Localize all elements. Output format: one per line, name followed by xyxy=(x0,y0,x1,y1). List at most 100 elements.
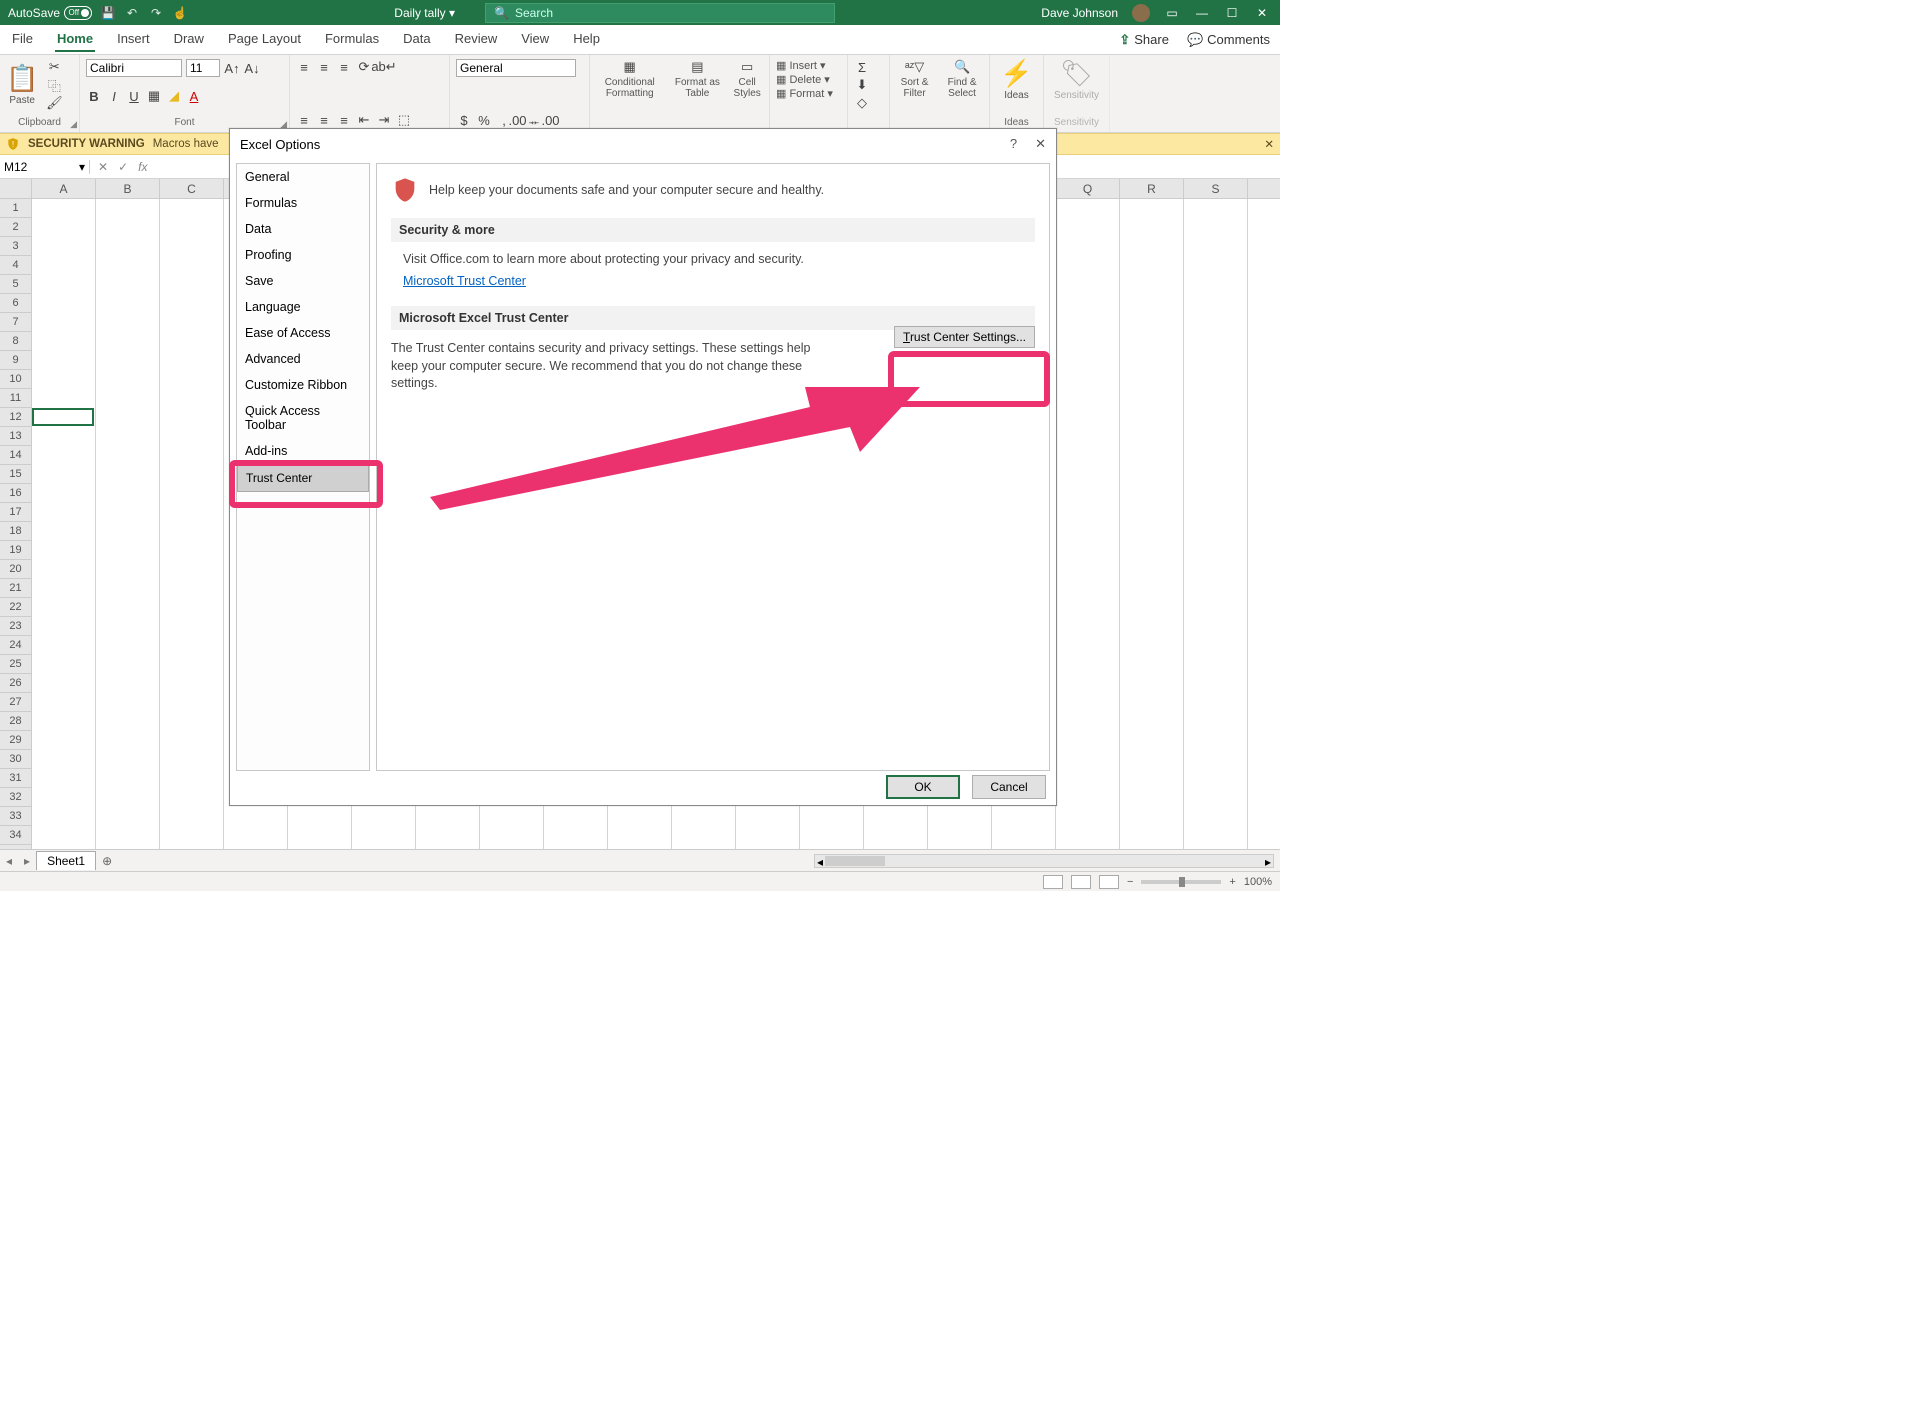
merge-icon[interactable]: ⬚ xyxy=(396,112,412,128)
name-box[interactable]: M12▾ xyxy=(0,160,90,174)
row-header[interactable]: 29 xyxy=(0,731,31,750)
italic-button[interactable]: I xyxy=(106,88,122,104)
row-header[interactable]: 11 xyxy=(0,389,31,408)
ideas-button[interactable]: ⚡Ideas xyxy=(996,59,1037,101)
cancel-button[interactable]: Cancel xyxy=(972,775,1046,799)
align-bottom-icon[interactable]: ≡ xyxy=(336,59,352,75)
cut-icon[interactable]: ✂ xyxy=(46,59,62,75)
font-color-icon[interactable]: A xyxy=(186,88,202,104)
fx-icon[interactable]: fx xyxy=(138,160,147,174)
column-header[interactable]: Q xyxy=(1056,179,1120,198)
page-layout-view-icon[interactable] xyxy=(1071,875,1091,889)
tab-draw[interactable]: Draw xyxy=(172,27,206,52)
tab-view[interactable]: View xyxy=(519,27,551,52)
underline-button[interactable]: U xyxy=(126,88,142,104)
column-header[interactable]: B xyxy=(96,179,160,198)
format-cells-button[interactable]: ▦ Format ▾ xyxy=(776,87,841,100)
avatar[interactable] xyxy=(1132,4,1150,22)
add-sheet-icon[interactable]: ⊕ xyxy=(102,854,112,868)
tab-home[interactable]: Home xyxy=(55,27,95,52)
row-header[interactable]: 14 xyxy=(0,446,31,465)
dialog-nav-item[interactable]: Data xyxy=(237,216,369,242)
align-middle-icon[interactable]: ≡ xyxy=(316,59,332,75)
trust-center-settings-button[interactable]: Trust Center Settings... xyxy=(894,326,1035,348)
zoom-out-icon[interactable]: − xyxy=(1127,876,1133,888)
percent-icon[interactable]: % xyxy=(476,112,492,128)
row-header[interactable]: 19 xyxy=(0,541,31,560)
row-header[interactable]: 22 xyxy=(0,598,31,617)
touch-mode-icon[interactable]: ☝ xyxy=(172,5,188,21)
zoom-level[interactable]: 100% xyxy=(1244,876,1272,888)
tab-data[interactable]: Data xyxy=(401,27,432,52)
row-header[interactable]: 12 xyxy=(0,408,31,427)
normal-view-icon[interactable] xyxy=(1043,875,1063,889)
row-header[interactable]: 24 xyxy=(0,636,31,655)
align-center-icon[interactable]: ≡ xyxy=(316,112,332,128)
dialog-nav-item[interactable]: Advanced xyxy=(237,346,369,372)
row-header[interactable]: 7 xyxy=(0,313,31,332)
increase-indent-icon[interactable]: ⇥ xyxy=(376,112,392,128)
comments-button[interactable]: 💬Comments xyxy=(1187,32,1270,48)
paste-button[interactable]: 📋Paste xyxy=(6,64,38,106)
microsoft-trust-center-link[interactable]: Microsoft Trust Center xyxy=(403,274,526,288)
dialog-nav-item[interactable]: General xyxy=(237,164,369,190)
row-header[interactable]: 26 xyxy=(0,674,31,693)
fill-color-icon[interactable]: ◢ xyxy=(166,88,182,104)
row-header[interactable]: 32 xyxy=(0,788,31,807)
wrap-text-icon[interactable]: ab↵ xyxy=(376,59,392,75)
undo-icon[interactable]: ↶ xyxy=(124,5,140,21)
row-header[interactable]: 16 xyxy=(0,484,31,503)
close-icon[interactable]: ✕ xyxy=(1254,5,1270,21)
select-all-corner[interactable] xyxy=(0,179,32,198)
tab-formulas[interactable]: Formulas xyxy=(323,27,381,52)
tab-insert[interactable]: Insert xyxy=(115,27,152,52)
column-header[interactable]: A xyxy=(32,179,96,198)
document-title[interactable]: Daily tally ▾ xyxy=(394,6,455,20)
row-header[interactable]: 23 xyxy=(0,617,31,636)
sheet-nav-prev-icon[interactable]: ◂ xyxy=(0,854,18,868)
font-name-select[interactable] xyxy=(86,59,182,77)
horizontal-scrollbar[interactable]: ◂▸ xyxy=(814,854,1274,868)
font-size-select[interactable] xyxy=(186,59,220,77)
format-painter-icon[interactable]: 🖌 xyxy=(46,95,62,111)
scroll-left-icon[interactable]: ◂ xyxy=(817,855,823,869)
border-icon[interactable]: ▦ xyxy=(146,88,162,104)
dialog-nav-item[interactable]: Formulas xyxy=(237,190,369,216)
autosave-toggle[interactable]: AutoSave Off xyxy=(8,6,92,20)
row-header[interactable]: 30 xyxy=(0,750,31,769)
delete-cells-button[interactable]: ▦ Delete ▾ xyxy=(776,73,841,86)
row-header[interactable]: 13 xyxy=(0,427,31,446)
column-header[interactable]: C xyxy=(160,179,224,198)
align-right-icon[interactable]: ≡ xyxy=(336,112,352,128)
insert-cells-button[interactable]: ▦ Insert ▾ xyxy=(776,59,841,72)
dialog-close-icon[interactable]: ✕ xyxy=(1035,136,1046,152)
row-header[interactable]: 6 xyxy=(0,294,31,313)
ribbon-mode-icon[interactable]: ▭ xyxy=(1164,5,1180,21)
row-header[interactable]: 28 xyxy=(0,712,31,731)
row-header[interactable]: 34 xyxy=(0,826,31,845)
tab-file[interactable]: File xyxy=(10,27,35,52)
save-icon[interactable]: 💾 xyxy=(100,5,116,21)
tab-review[interactable]: Review xyxy=(453,27,500,52)
copy-icon[interactable]: ⿻ xyxy=(46,77,62,93)
scroll-right-icon[interactable]: ▸ xyxy=(1265,855,1271,869)
row-header[interactable]: 20 xyxy=(0,560,31,579)
align-left-icon[interactable]: ≡ xyxy=(296,112,312,128)
row-header[interactable]: 9 xyxy=(0,351,31,370)
enter-formula-icon[interactable]: ✓ xyxy=(118,160,128,174)
dialog-launcher-icon[interactable]: ◢ xyxy=(70,119,77,130)
row-header[interactable]: 2 xyxy=(0,218,31,237)
autosum-icon[interactable]: Σ xyxy=(854,59,870,75)
row-header[interactable]: 31 xyxy=(0,769,31,788)
row-header[interactable]: 8 xyxy=(0,332,31,351)
bold-button[interactable]: B xyxy=(86,88,102,104)
find-select-button[interactable]: 🔍Find & Select xyxy=(941,59,983,99)
minimize-icon[interactable]: — xyxy=(1194,5,1210,21)
dialog-nav-item[interactable]: Customize Ribbon xyxy=(237,372,369,398)
dialog-nav-item[interactable]: Add-ins xyxy=(237,438,369,464)
row-header[interactable]: 21 xyxy=(0,579,31,598)
row-header[interactable]: 17 xyxy=(0,503,31,522)
decrease-indent-icon[interactable]: ⇤ xyxy=(356,112,372,128)
format-as-table-button[interactable]: ▤Format as Table xyxy=(673,59,721,99)
row-header[interactable]: 27 xyxy=(0,693,31,712)
